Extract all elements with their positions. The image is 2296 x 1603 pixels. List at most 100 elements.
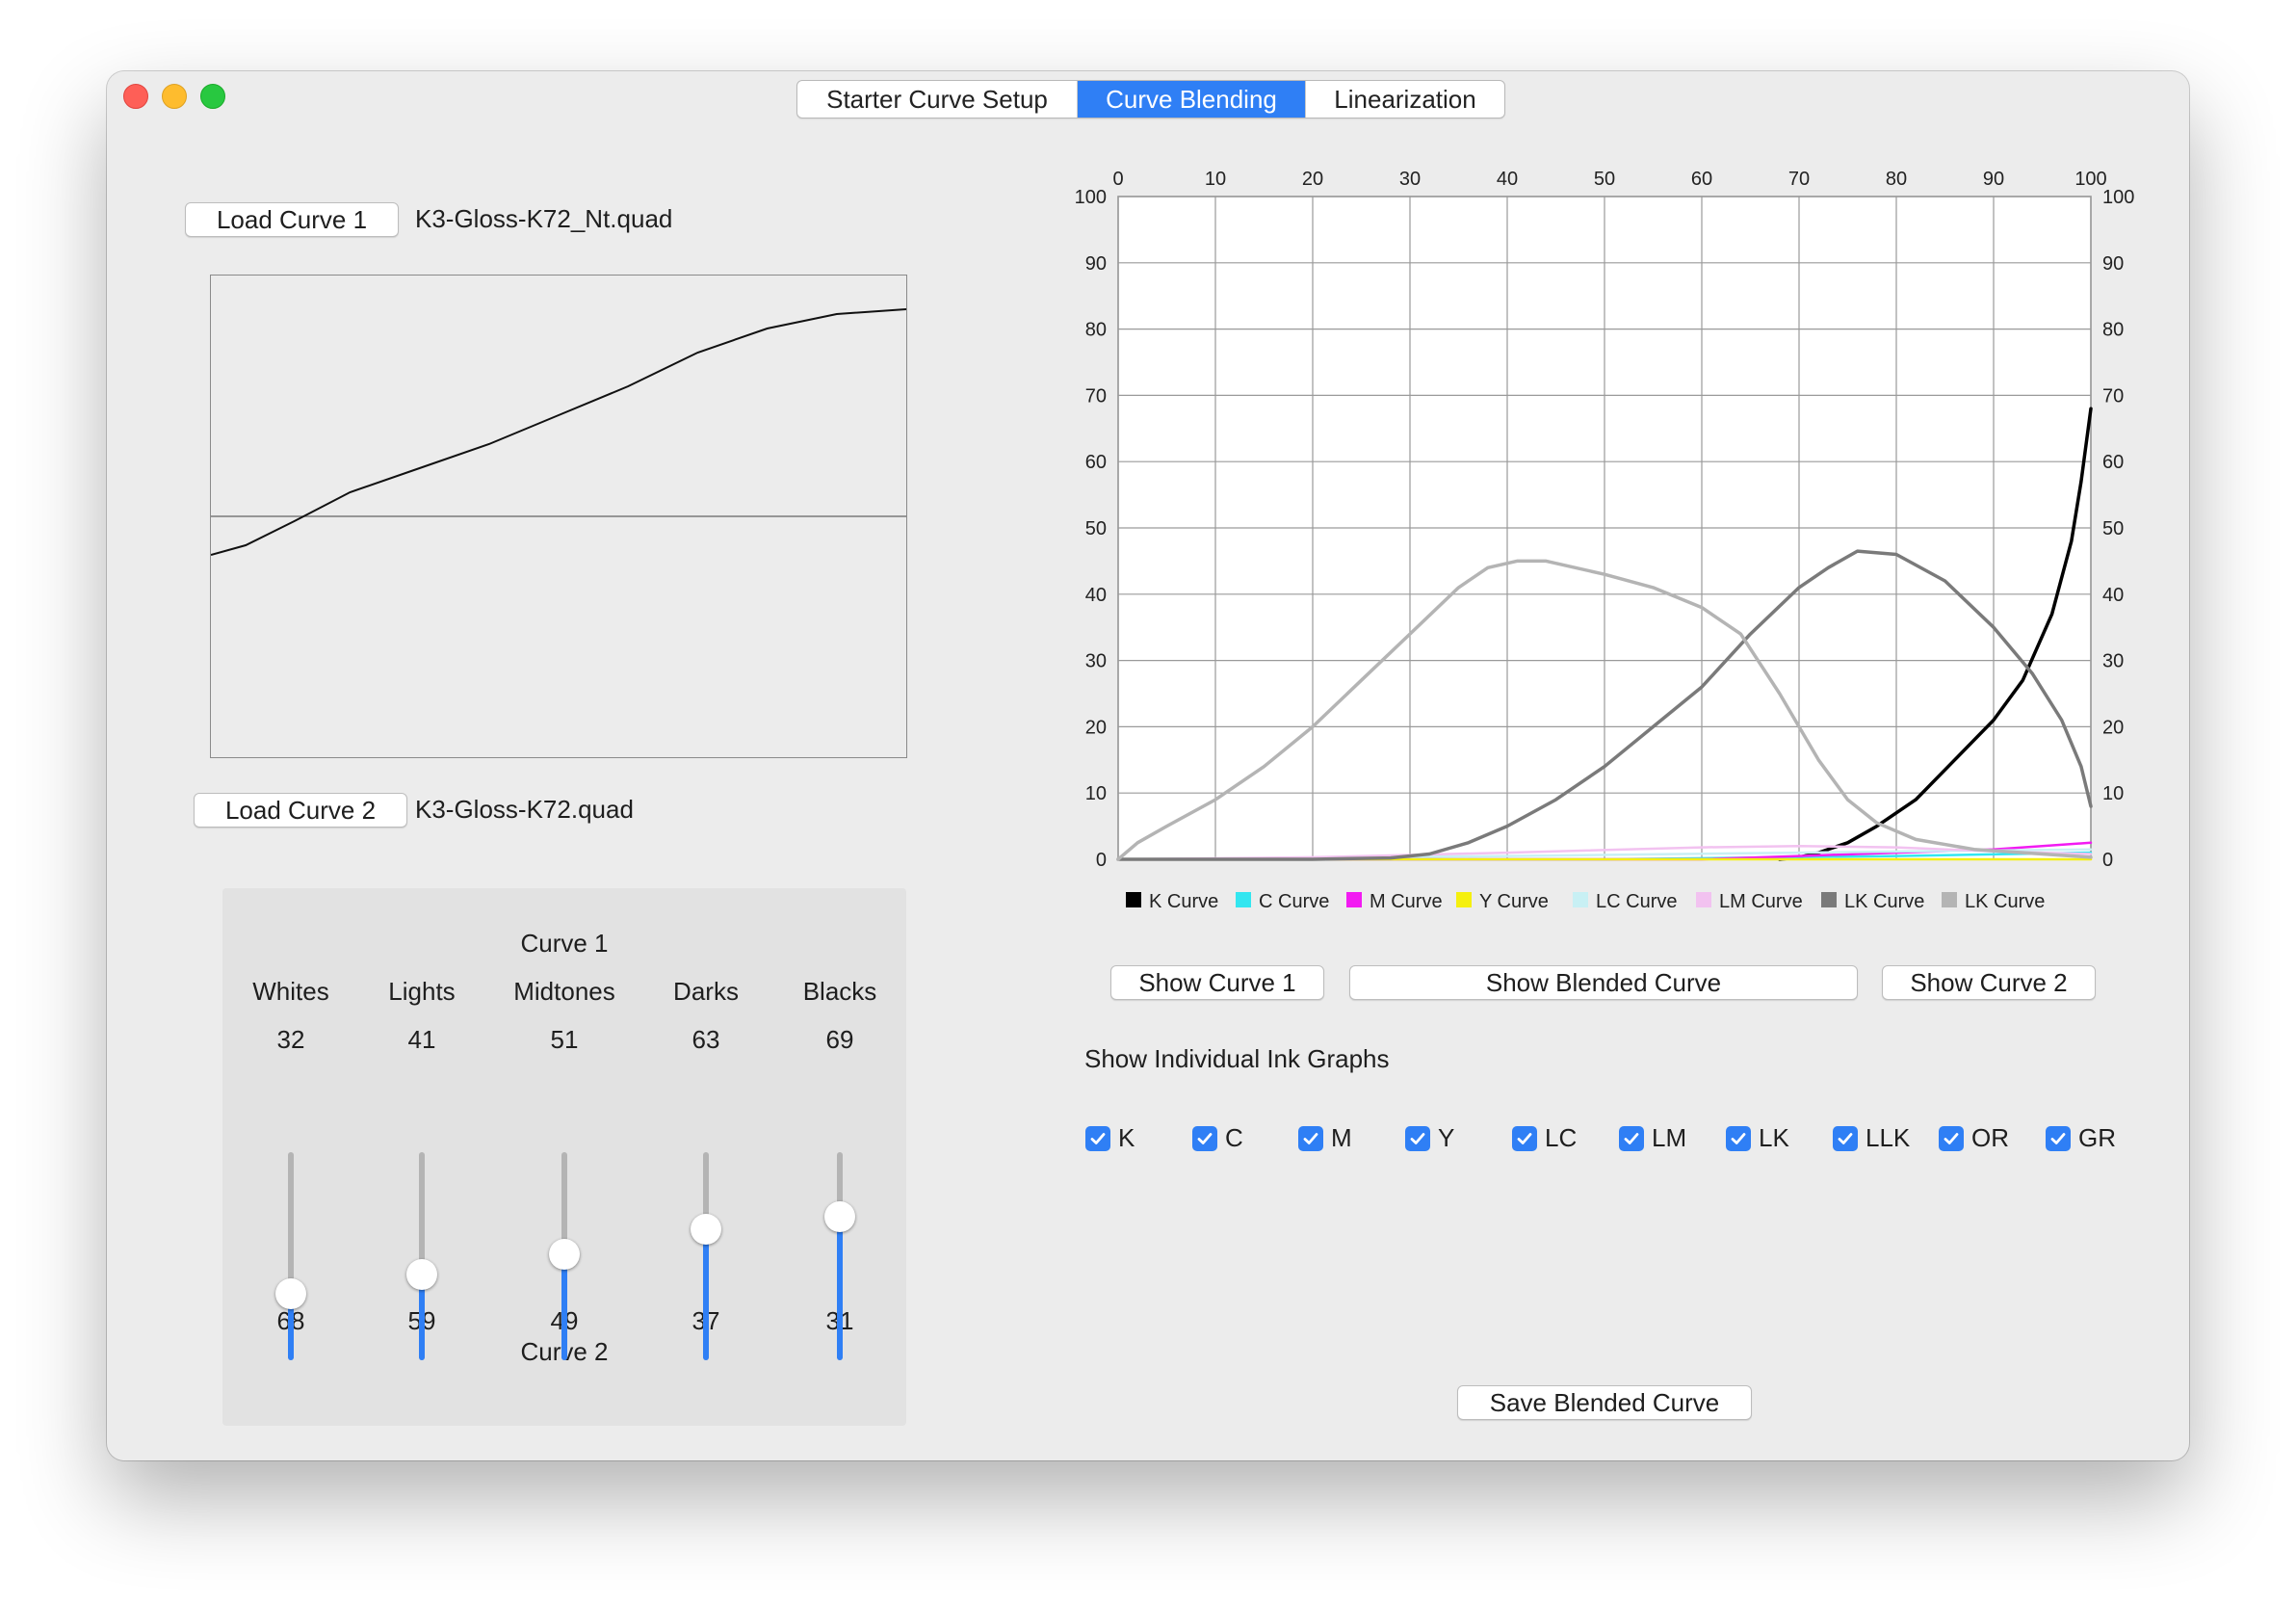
legend-swatch-5 — [1696, 892, 1711, 907]
checkmark-icon — [1619, 1125, 1644, 1151]
slider-knob-midtones[interactable] — [549, 1238, 580, 1270]
tab-linearization[interactable]: Linearization — [1306, 81, 1504, 118]
chart-x-tick-label: 20 — [1302, 169, 1323, 190]
legend-label-1: C Curve — [1259, 891, 1329, 912]
close-window-button[interactable] — [123, 84, 148, 109]
ink-checkbox-c[interactable]: C — [1192, 1123, 1243, 1153]
chart-y-tick-label-right: 60 — [2102, 452, 2124, 473]
ink-checkbox-m[interactable]: M — [1298, 1123, 1352, 1153]
ink-checkbox-label: LM — [1652, 1123, 1687, 1152]
chart-y-tick-label-left: 80 — [1085, 320, 1107, 341]
checkmark-icon — [1726, 1125, 1751, 1151]
show-curve-1-button[interactable]: Show Curve 1 — [1110, 965, 1324, 1000]
show-blended-curve-button[interactable]: Show Blended Curve — [1349, 965, 1858, 1000]
slider-fill-darks — [703, 1228, 709, 1360]
preview-curve-line — [210, 308, 907, 556]
tab-curve-blending[interactable]: Curve Blending — [1078, 81, 1306, 118]
ink-checkbox-k[interactable]: K — [1085, 1123, 1135, 1153]
chart-series-line-4 — [1116, 848, 2093, 861]
curve-preview-graph — [210, 275, 907, 758]
chart-x-tick-label: 50 — [1594, 169, 1615, 190]
chart-y-tick-label-left: 10 — [1085, 783, 1107, 804]
ink-checkbox-y[interactable]: Y — [1405, 1123, 1454, 1153]
chart-y-tick-label-left: 90 — [1085, 253, 1107, 275]
chart-y-tick-label-right: 0 — [2102, 850, 2113, 871]
minimize-window-button[interactable] — [162, 84, 187, 109]
checkmark-icon — [2046, 1125, 2071, 1151]
tab-starter-curve-setup[interactable]: Starter Curve Setup — [797, 81, 1078, 118]
slider-knob-whites[interactable] — [275, 1277, 306, 1309]
slider-fill-blacks — [837, 1216, 843, 1360]
ink-checkbox-label: Y — [1438, 1123, 1455, 1152]
chart-y-tick-label-right: 90 — [2102, 253, 2124, 275]
slider-label-midtones: Midtones — [513, 977, 615, 1006]
chart-y-tick-label-left: 40 — [1085, 585, 1107, 606]
load-curve-1-button[interactable]: Load Curve 1 — [185, 202, 399, 237]
chart-x-tick-label: 10 — [1205, 169, 1226, 190]
chart-series-line-6 — [1116, 549, 2093, 861]
legend-label-4: LC Curve — [1596, 891, 1677, 912]
ink-checkbox-gr[interactable]: GR — [2046, 1123, 2116, 1153]
legend-label-6: LK Curve — [1844, 891, 1924, 912]
slider-knob-lights[interactable] — [406, 1259, 437, 1291]
zoom-window-button[interactable] — [200, 84, 225, 109]
ink-checkbox-label: LC — [1545, 1123, 1578, 1152]
slider-knob-darks[interactable] — [691, 1213, 721, 1245]
chart-x-tick-label: 60 — [1691, 169, 1712, 190]
chart-x-tick-label: 90 — [1983, 169, 2004, 190]
ink-checkbox-or[interactable]: OR — [1939, 1123, 2009, 1153]
chart-x-tick-label: 40 — [1497, 169, 1518, 190]
chart-y-tick-label-right: 30 — [2102, 651, 2124, 672]
curve-1-filename: K3-Gloss-K72_Nt.quad — [415, 204, 673, 233]
chart-series-line-1 — [1116, 851, 2093, 861]
ink-checkbox-label: GR — [2078, 1123, 2116, 1152]
legend-label-0: K Curve — [1149, 891, 1218, 912]
ink-checkbox-lc[interactable]: LC — [1512, 1123, 1577, 1153]
legend-swatch-4 — [1573, 892, 1588, 907]
chart-y-tick-label-right: 80 — [2102, 320, 2124, 341]
chart-series-line-5 — [1116, 844, 2093, 861]
curve-2-filename: K3-Gloss-K72.quad — [415, 795, 634, 824]
chart-y-tick-label-right: 70 — [2102, 385, 2124, 407]
ink-graphs-label: Show Individual Ink Graphs — [1084, 1044, 1390, 1073]
chart-plot-area — [1117, 196, 2092, 860]
legend-swatch-2 — [1346, 892, 1362, 907]
ink-checkbox-lk[interactable]: LK — [1726, 1123, 1789, 1153]
chart-x-tick-label: 100 — [2074, 169, 2106, 190]
checkmark-icon — [1192, 1125, 1217, 1151]
chart-y-tick-label-left: 0 — [1096, 850, 1107, 871]
slider-curve1-value-blacks: 69 — [825, 1025, 854, 1054]
curve-1-heading: Curve 1 — [520, 929, 609, 958]
legend-label-5: LM Curve — [1719, 891, 1803, 912]
slider-curve1-value-whites: 32 — [276, 1025, 305, 1054]
blend-slider-panel: Curve 1 Curve 2 Whites3268Lights4159Midt… — [222, 888, 906, 1426]
ink-checkbox-label: OR — [1971, 1123, 2009, 1152]
ink-checkbox-label: LK — [1759, 1123, 1789, 1152]
show-curve-2-button[interactable]: Show Curve 2 — [1882, 965, 2096, 1000]
chart-y-tick-label-right: 100 — [2102, 187, 2134, 208]
load-curve-2-button[interactable]: Load Curve 2 — [194, 793, 407, 828]
legend-swatch-3 — [1456, 892, 1472, 907]
chart-y-tick-label-left: 50 — [1085, 518, 1107, 539]
chart-y-tick-label-right: 40 — [2102, 585, 2124, 606]
save-blended-curve-button[interactable]: Save Blended Curve — [1457, 1385, 1752, 1420]
legend-swatch-7 — [1942, 892, 1957, 907]
tab-bar: Starter Curve Setup Curve Blending Linea… — [796, 80, 1505, 118]
checkmark-icon — [1405, 1125, 1430, 1151]
chart-y-tick-label-left: 30 — [1085, 651, 1107, 672]
chart-series-line-2 — [1116, 841, 2093, 861]
chart-y-tick-label-left: 100 — [1075, 187, 1107, 208]
slider-knob-blacks[interactable] — [824, 1200, 855, 1232]
slider-label-whites: Whites — [252, 977, 329, 1006]
chart-x-tick-label: 0 — [1112, 169, 1123, 190]
chart-series-line-7 — [1116, 559, 2093, 861]
chart-x-tick-label: 30 — [1399, 169, 1421, 190]
ink-checkbox-llk[interactable]: LLK — [1833, 1123, 1910, 1153]
chart-y-tick-label-left: 20 — [1085, 717, 1107, 738]
checkmark-icon — [1298, 1125, 1323, 1151]
ink-checkbox-lm[interactable]: LM — [1619, 1123, 1686, 1153]
ink-checkbox-label: M — [1331, 1123, 1352, 1152]
slider-label-lights: Lights — [388, 977, 456, 1006]
slider-label-darks: Darks — [673, 977, 739, 1006]
legend-label-7: LK Curve — [1965, 891, 2045, 912]
